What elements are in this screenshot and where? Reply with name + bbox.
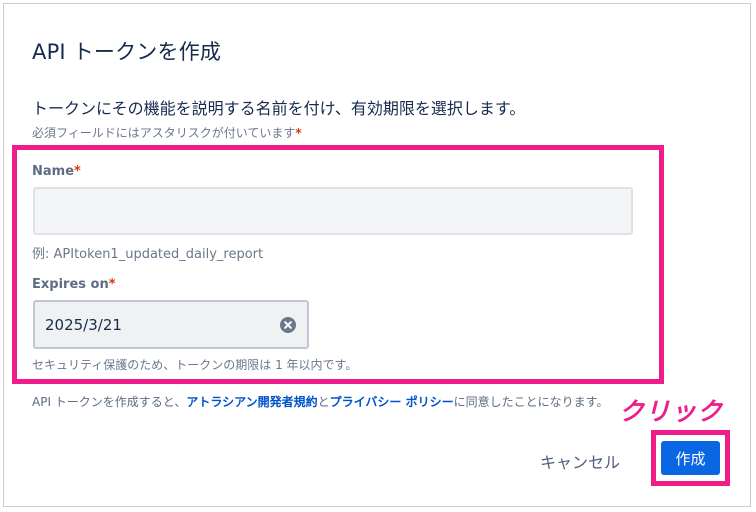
required-note-text: 必須フィールドにはアスタリスクが付いています [32, 126, 296, 140]
required-asterisk: * [295, 126, 302, 140]
clear-date-icon[interactable] [280, 317, 296, 333]
dialog-title: API トークンを作成 [32, 40, 222, 64]
expires-field-label: Expires on* [32, 277, 116, 292]
expires-helper-text: セキュリティ保護のため、トークンの期限は 1 年以内です。 [32, 358, 358, 372]
terms-middle: と [317, 395, 330, 409]
name-input[interactable] [33, 187, 633, 235]
expires-label-text: Expires on [32, 277, 109, 292]
expires-date-picker[interactable]: 2025/3/21 [33, 300, 309, 349]
required-fields-note: 必須フィールドにはアスタリスクが付いています* [32, 124, 302, 141]
name-field-label: Name* [32, 164, 81, 179]
create-button-highlight: 作成 [651, 430, 730, 486]
name-helper-text: 例: APItoken1_updated_daily_report [32, 247, 264, 262]
terms-notice: API トークンを作成すると、アトラシアン開発者規約とプライバシー ポリシーに同… [32, 393, 608, 410]
click-annotation: クリック [619, 397, 724, 426]
name-label-text: Name [32, 164, 75, 179]
expires-date-value: 2025/3/21 [45, 316, 122, 334]
name-required-asterisk: * [74, 164, 81, 179]
privacy-policy-link[interactable]: プライバシー ポリシー [330, 395, 454, 409]
terms-suffix: に同意したことになります。 [453, 395, 609, 409]
create-button[interactable]: 作成 [661, 441, 720, 475]
developer-terms-link[interactable]: アトラシアン開発者規約 [186, 395, 317, 409]
terms-prefix: API トークンを作成すると、 [32, 395, 187, 409]
cancel-button[interactable]: キャンセル [540, 448, 620, 474]
dialog-description: トークンにその機能を説明する名前を付け、有効期限を選択します。 [32, 99, 526, 118]
expires-required-asterisk: * [108, 277, 116, 292]
